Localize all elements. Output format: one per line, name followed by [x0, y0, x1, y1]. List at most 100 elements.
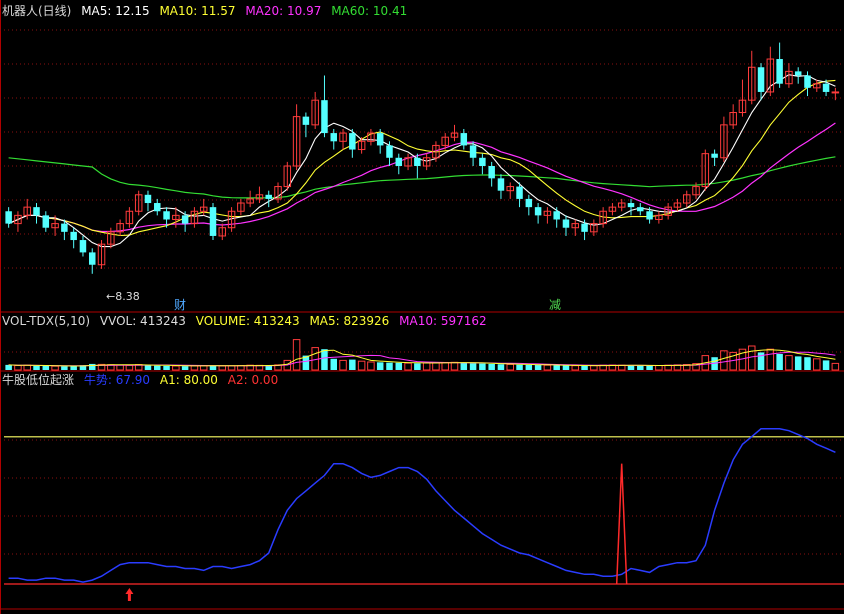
buy-signal-arrow-icon [125, 588, 134, 601]
event-tag-finance[interactable]: 财 [174, 296, 186, 313]
candle-body [302, 116, 310, 125]
volume-bar [376, 362, 384, 370]
candle [525, 194, 533, 216]
candle-body [5, 211, 12, 224]
candle [367, 128, 375, 146]
volume-bar [432, 362, 440, 371]
candle [664, 203, 672, 220]
candle-body [831, 91, 840, 94]
volume-bar [720, 350, 728, 371]
candle [460, 128, 468, 150]
volume-bar [831, 362, 840, 371]
volume-bar [571, 365, 580, 371]
candle [655, 211, 663, 224]
candle-body [321, 100, 328, 134]
volume-bar [479, 363, 486, 370]
candle-body [154, 203, 161, 212]
candle [14, 211, 22, 232]
volume-bar [292, 339, 301, 371]
candle [292, 104, 301, 171]
ma5-readout: MA5: 12.15 [81, 4, 150, 18]
candle [506, 182, 514, 199]
volume-bar [23, 364, 31, 371]
volume-bar [422, 362, 431, 371]
candle [144, 190, 152, 212]
candle [804, 71, 811, 97]
volume-ma5-readout: MA5: 823926 [309, 314, 390, 328]
candle-body [646, 211, 653, 220]
volume-title[interactable]: VOL-TDX(5,10) [2, 314, 90, 328]
event-tag-reduce[interactable]: 减 [549, 296, 561, 313]
candle-body [265, 194, 272, 199]
candle-body [776, 59, 783, 84]
candle [673, 198, 682, 212]
candle [627, 198, 635, 216]
candle [543, 207, 552, 224]
candle [181, 211, 189, 232]
candle [637, 203, 644, 216]
candle-body [711, 153, 718, 158]
low-price-annotation: ←8.38 [106, 290, 140, 303]
candle [729, 104, 737, 129]
candle-body [822, 83, 830, 92]
candle-body [349, 133, 356, 150]
candle-body [553, 211, 560, 220]
volume-bar [386, 362, 393, 370]
candle [79, 235, 87, 257]
candle-body [479, 157, 486, 166]
candle-body [516, 186, 523, 199]
candlestick-series [5, 42, 840, 274]
volume-bar [33, 365, 40, 370]
volume-bar [497, 364, 505, 370]
volume-bar [543, 364, 552, 371]
candle [553, 207, 560, 228]
volume-bar [357, 360, 366, 371]
candle [302, 112, 310, 138]
candle [488, 161, 495, 187]
candle [255, 186, 264, 204]
candle-body [79, 240, 87, 253]
volume-bar [404, 362, 412, 371]
candle [581, 219, 588, 241]
candle-body [804, 75, 811, 88]
candle [404, 153, 412, 171]
candle-body [181, 215, 189, 224]
candle [534, 203, 542, 224]
volume-bar [349, 359, 356, 370]
candle [395, 153, 403, 175]
candle [349, 128, 356, 158]
volume-bar [460, 362, 468, 370]
candle-body [88, 252, 96, 265]
stock-title[interactable]: 机器人(日线) [2, 4, 71, 18]
candle [422, 153, 431, 171]
candle-body [627, 203, 635, 208]
volume-ma10-readout: MA10: 597162 [399, 314, 487, 328]
volume-bar [5, 364, 12, 370]
volume-bar [804, 357, 811, 370]
candle-body [376, 133, 384, 146]
candle [608, 203, 617, 216]
volume-bar [450, 361, 459, 371]
indicator-lines [4, 428, 844, 601]
candle-body [469, 145, 477, 158]
candle-body [33, 207, 40, 216]
indicator-title[interactable]: 牛股低位起涨 [2, 373, 74, 387]
volume-bar [506, 363, 514, 371]
candle-body [144, 194, 152, 204]
volume-bar [646, 365, 653, 370]
volume-bar [218, 365, 227, 371]
volume-bar [321, 349, 328, 370]
volume-bar [125, 364, 134, 371]
volume-bar [655, 365, 663, 371]
candle [562, 215, 570, 236]
candle-body [395, 157, 403, 166]
main-panel-legend: 机器人(日线) MA5: 12.15 MA10: 11.57 MA20: 10.… [2, 3, 413, 19]
volume-bar [534, 365, 542, 370]
candle [831, 87, 840, 101]
candle-body [794, 71, 802, 76]
candle [134, 190, 143, 216]
volume-bar [42, 366, 50, 370]
ma20-readout: MA20: 10.97 [245, 4, 322, 18]
candle-body [637, 207, 644, 212]
volume-bar [441, 361, 449, 371]
